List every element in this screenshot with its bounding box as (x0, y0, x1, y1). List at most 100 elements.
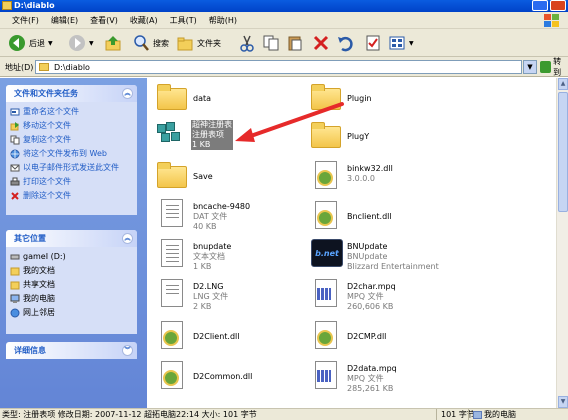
dll-file-icon (311, 200, 343, 232)
folders-icon (177, 37, 193, 51)
file-list[interactable]: data Plugin 超神注册表 注册表项 1 KB PlugY Save b… (147, 78, 561, 408)
file-type: MPQ 文件 (347, 292, 384, 301)
file-name: D2Client.dll (193, 332, 240, 341)
file-item[interactable]: binkw32.dll 3.0.0.0 (311, 158, 441, 198)
scroll-thumb[interactable] (558, 92, 568, 212)
scroll-down-icon[interactable]: ▼ (558, 396, 568, 408)
dll-file-icon (157, 360, 189, 392)
maximize-button[interactable] (532, 0, 548, 11)
menu-tools[interactable]: 工具(T) (164, 12, 203, 29)
file-name: D2Common.dll (193, 372, 253, 381)
other-places-title: 其它位置 (14, 234, 46, 243)
address-input[interactable]: D:\diablo (35, 60, 522, 74)
file-name: Plugin (347, 94, 372, 103)
task-move[interactable]: 移动这个文件 (6, 119, 137, 133)
task-email-label: 以电子邮件形式发送此文件 (23, 163, 119, 172)
address-bar: 地址(D) D:\diablo ▼ 转到 (0, 57, 568, 77)
details-header[interactable]: 详细信息 ︾ (6, 342, 137, 359)
menu-file[interactable]: 文件(F) (0, 12, 45, 29)
file-item[interactable]: Save (157, 158, 287, 198)
file-item[interactable]: D2Client.dll (157, 318, 287, 358)
menu-favorites[interactable]: 收藏(A) (124, 12, 164, 29)
menu-edit[interactable]: 编辑(E) (45, 12, 84, 29)
collapse-chevron-icon[interactable]: ︽ (122, 233, 133, 244)
status-location-label: 我的电脑 (484, 410, 516, 419)
file-item[interactable]: D2.LNG LNG 文件 2 KB (157, 276, 287, 316)
forward-button[interactable]: ▼ (68, 33, 94, 53)
back-dropdown-icon[interactable]: ▼ (48, 40, 53, 47)
paste-button[interactable] (286, 33, 304, 53)
file-item[interactable]: D2data.mpq MPQ 文件 285,261 KB (311, 358, 441, 398)
place-drive[interactable]: gameI (D:) (6, 250, 137, 264)
task-copy-label: 复制这个文件 (23, 135, 71, 144)
up-folder-button[interactable] (104, 33, 122, 53)
cut-button[interactable] (238, 33, 256, 53)
vertical-scrollbar[interactable]: ▲ ▼ (556, 78, 568, 408)
file-size: 1 KB (192, 140, 211, 149)
file-company: Blizzard Entertainment (347, 262, 439, 271)
file-item[interactable]: D2Common.dll (157, 358, 287, 398)
collapse-chevron-icon[interactable]: ︽ (122, 88, 133, 99)
menu-view[interactable]: 查看(V) (84, 12, 124, 29)
menu-help[interactable]: 帮助(H) (203, 12, 243, 29)
expand-chevron-icon[interactable]: ︾ (122, 345, 133, 356)
task-delete[interactable]: 删除这个文件 (6, 189, 137, 203)
battlenet-logo-icon: b.net (311, 239, 343, 267)
file-item[interactable]: Bnclient.dll (311, 198, 441, 238)
address-dropdown-button[interactable]: ▼ (523, 60, 537, 74)
place-my-computer[interactable]: 我的电脑 (6, 292, 137, 306)
status-info: 类型: 注册表项 修改日期: 2007-11-12 超拓电脑22:14 大小: … (2, 410, 257, 419)
file-tasks-header[interactable]: 文件和文件夹任务 ︽ (6, 85, 137, 102)
close-button[interactable] (550, 0, 566, 11)
search-icon (134, 35, 149, 51)
menu-bar: 文件(F) 编辑(E) 查看(V) 收藏(A) 工具(T) 帮助(H) (0, 12, 568, 29)
forward-dropdown-icon[interactable]: ▼ (89, 40, 94, 47)
scroll-up-icon[interactable]: ▲ (558, 78, 568, 90)
file-item[interactable]: bncache-9480 DAT 文件 40 KB (157, 196, 287, 236)
undo-button[interactable] (336, 33, 354, 53)
task-pane: 文件和文件夹任务 ︽ 重命名这个文件 移动这个文件 复制这个文件 将这个文件发布… (0, 78, 147, 408)
file-type: 文本文档 (193, 252, 225, 261)
folders-button[interactable]: 文件夹 (176, 33, 221, 53)
file-item[interactable]: D2char.mpq MPQ 文件 260,606 KB (311, 276, 441, 316)
views-dropdown-icon[interactable]: ▼ (409, 40, 414, 47)
file-name: Save (193, 172, 213, 181)
move-icon (10, 122, 19, 131)
file-item[interactable]: D2CMP.dll (311, 318, 441, 358)
rename-icon (10, 108, 20, 116)
views-button[interactable]: ▼ (388, 33, 414, 53)
publish-web-icon (10, 149, 20, 159)
other-places-header[interactable]: 其它位置 ︽ (6, 230, 137, 247)
place-shared-documents[interactable]: 共享文档 (6, 278, 137, 292)
mpq-file-icon (311, 278, 343, 310)
go-button[interactable]: 转到 (540, 57, 568, 77)
task-copy[interactable]: 复制这个文件 (6, 133, 137, 147)
file-name: D2CMP.dll (347, 332, 387, 341)
file-item[interactable]: b.net BNUpdate BNUpdate Blizzard Entertain… (311, 236, 441, 276)
annotation-arrow (235, 102, 344, 142)
place-network[interactable]: 网上邻居 (6, 306, 137, 320)
task-delete-label: 删除这个文件 (23, 191, 71, 200)
file-type: LNG 文件 (193, 292, 229, 301)
go-label: 转到 (553, 57, 562, 77)
dll-file-icon (157, 320, 189, 352)
task-rename[interactable]: 重命名这个文件 (6, 105, 137, 119)
properties-button[interactable] (364, 33, 382, 53)
search-button[interactable]: 搜索 (132, 33, 169, 53)
delete-button[interactable] (312, 33, 330, 53)
details-title: 详细信息 (14, 346, 46, 355)
task-print[interactable]: 打印这个文件 (6, 175, 137, 189)
copy-button[interactable] (262, 33, 280, 53)
file-item[interactable]: bnupdate 文本文档 1 KB (157, 236, 287, 276)
registry-file-icon (155, 118, 187, 150)
back-button[interactable]: 后退 ▼ (8, 33, 53, 53)
task-publish-web[interactable]: 将这个文件发布到 Web (6, 147, 137, 161)
task-email[interactable]: 以电子邮件形式发送此文件 (6, 161, 137, 175)
mpq-file-icon (311, 360, 343, 392)
title-bar[interactable]: D:\diablo (0, 0, 568, 12)
place-my-documents[interactable]: 我的文档 (6, 264, 137, 278)
file-name: D2.LNG (193, 282, 224, 291)
file-size: 285,261 KB (347, 384, 394, 393)
copy-icon (263, 35, 279, 51)
windows-logo-icon (544, 14, 560, 27)
